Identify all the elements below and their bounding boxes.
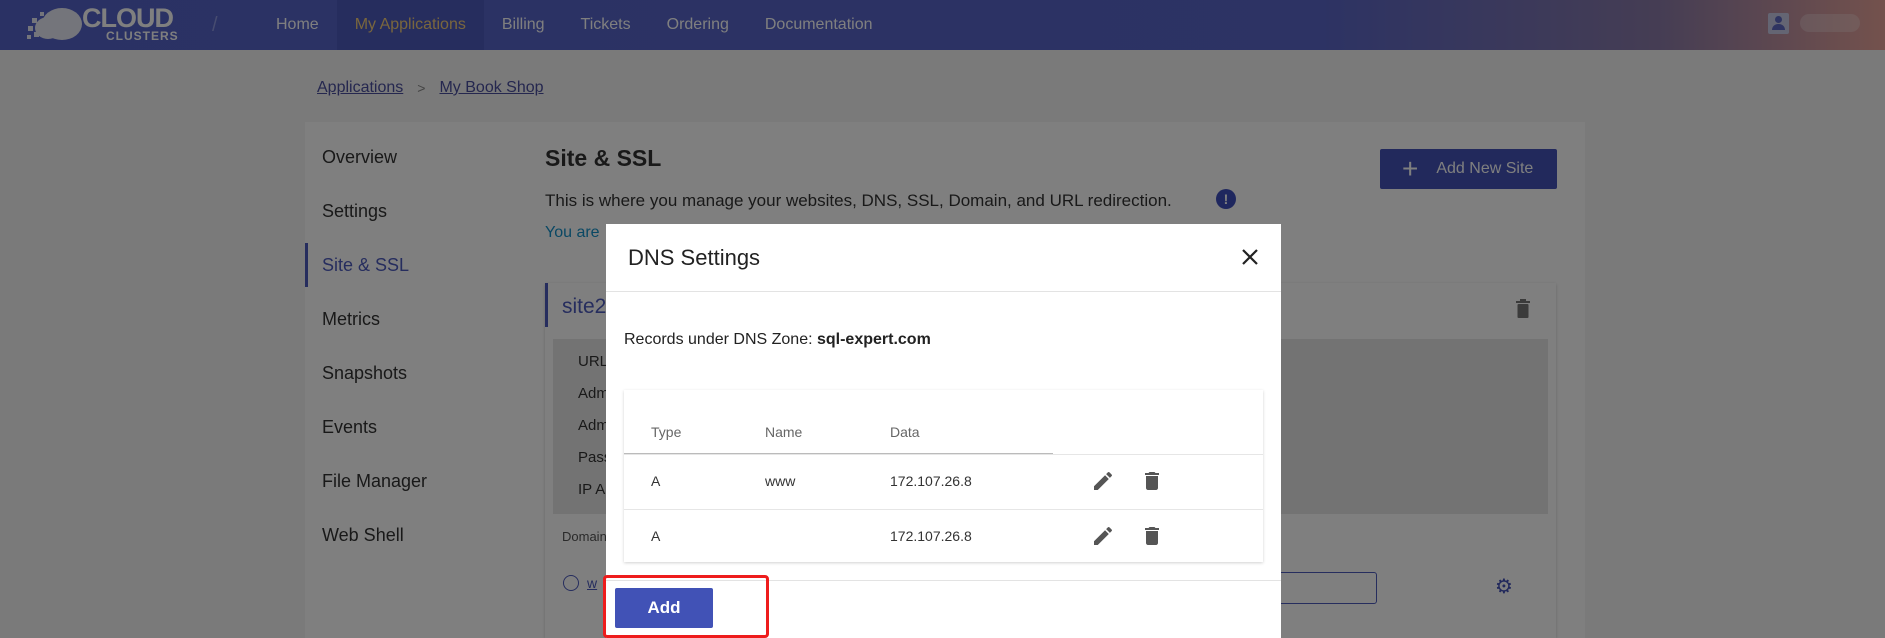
zone-name: sql-expert.com xyxy=(816,331,931,348)
record-data: 172.107.26.8 xyxy=(890,473,972,489)
dns-zone-line: Records under DNS Zone: sql-expert.com xyxy=(624,331,931,349)
zone-prefix: Records under DNS Zone: xyxy=(624,331,813,348)
table-row: A 172.107.26.8 xyxy=(624,509,1263,565)
column-header-name[interactable]: Name xyxy=(765,424,802,440)
dns-records-table: Type Name Data A www 172.107.26.8 A 172.… xyxy=(624,390,1263,562)
highlight-box xyxy=(603,575,769,638)
modal-title: DNS Settings xyxy=(628,245,761,270)
table-row: A www 172.107.26.8 xyxy=(624,454,1263,510)
close-icon[interactable] xyxy=(1240,247,1260,267)
column-header-data[interactable]: Data xyxy=(890,424,920,440)
delete-icon[interactable] xyxy=(1140,524,1164,548)
edit-icon[interactable] xyxy=(1091,469,1115,493)
record-type: A xyxy=(651,528,661,544)
record-type: A xyxy=(651,473,661,489)
column-header-type[interactable]: Type xyxy=(651,424,681,440)
edit-icon[interactable] xyxy=(1091,524,1115,548)
modal-header: DNS Settings xyxy=(606,224,1281,292)
delete-icon[interactable] xyxy=(1140,469,1164,493)
record-data: 172.107.26.8 xyxy=(890,528,972,544)
record-name: www xyxy=(765,473,796,489)
